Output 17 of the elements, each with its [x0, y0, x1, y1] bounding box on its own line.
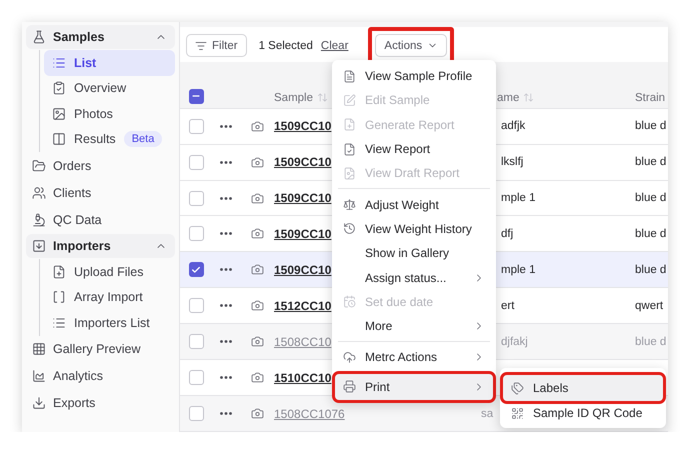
table-cell: lkslfj: [501, 156, 524, 168]
table-cell: sa: [481, 408, 494, 420]
table-cell: dfj: [501, 228, 514, 240]
table-cell: ert: [501, 300, 514, 312]
table-cell: adfjk: [501, 120, 526, 132]
table-cell: blue d: [635, 120, 666, 132]
table-cell: blue d: [635, 336, 666, 348]
table-cell: blue d: [635, 156, 666, 168]
selection-count: 1 Selected: [258, 40, 313, 52]
table-cell: qwert: [635, 300, 664, 312]
beta-badge: Beta: [124, 131, 162, 148]
table-cell: blue d: [635, 192, 666, 204]
table-cell: mple 1: [501, 192, 536, 204]
table-cell: blue d: [635, 264, 666, 276]
table-cell: mple 1: [501, 264, 536, 276]
table-cell: djfakj: [501, 336, 528, 348]
table-cell: blue d: [635, 228, 666, 240]
